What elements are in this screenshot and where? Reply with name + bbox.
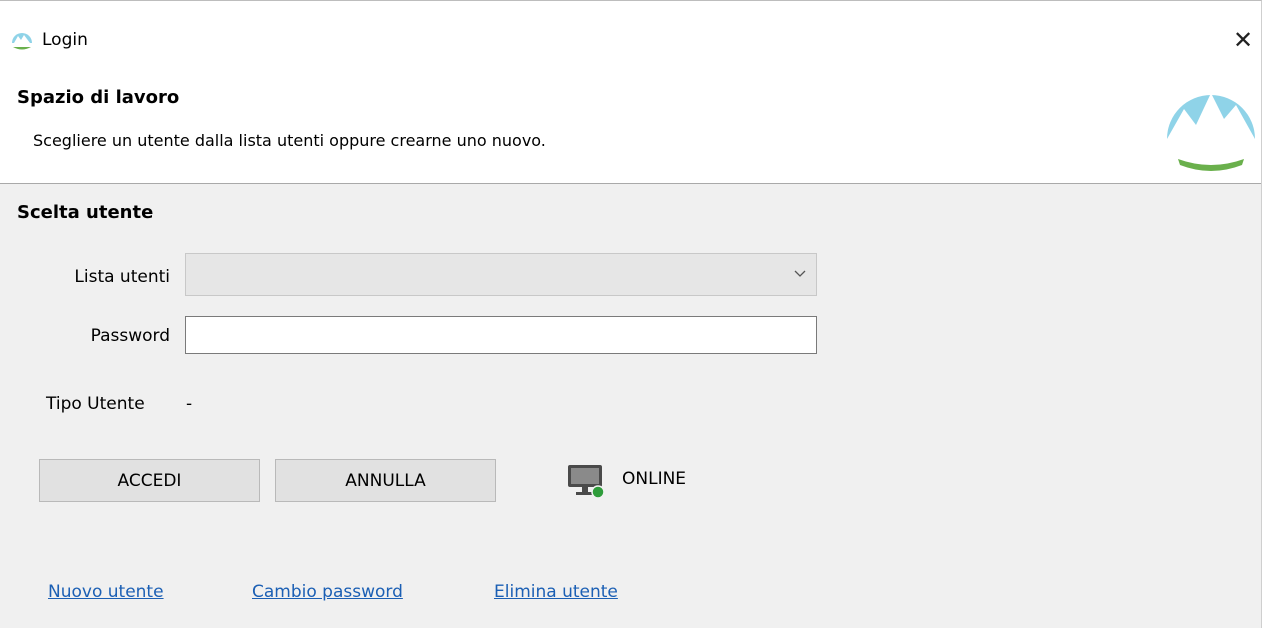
user-type-label: Tipo Utente [46,394,145,414]
user-list-select[interactable] [185,253,817,296]
connection-status-text: ONLINE [622,469,687,489]
cancel-button[interactable]: ANNULLA [275,459,496,502]
login-button[interactable]: ACCEDI [39,459,260,502]
title-bar: Login ✕ [0,1,1261,71]
monitor-online-icon [568,465,605,499]
password-label: Password [90,326,170,346]
header-description: Scegliere un utente dalla lista utenti o… [33,131,546,150]
close-button[interactable]: ✕ [1226,23,1260,57]
new-user-link[interactable]: Nuovo utente [48,582,164,602]
header-panel: Spazio di lavoro Scegliere un utente dal… [0,71,1261,184]
change-password-link[interactable]: Cambio password [252,582,403,602]
section-title: Scelta utente [17,202,154,223]
user-list-label: Lista utenti [74,267,170,287]
header-title: Spazio di lavoro [17,87,180,108]
password-input[interactable] [185,316,817,354]
window-title: Login [42,30,88,50]
login-dialog: Login ✕ Spazio di lavoro Scegliere un ut… [0,0,1262,628]
chevron-down-icon [794,270,806,277]
brand-logo-icon [1167,93,1255,171]
delete-user-link[interactable]: Elimina utente [494,582,618,602]
app-logo-icon [12,33,32,50]
close-icon: ✕ [1232,26,1254,54]
user-type-value: - [186,394,193,414]
